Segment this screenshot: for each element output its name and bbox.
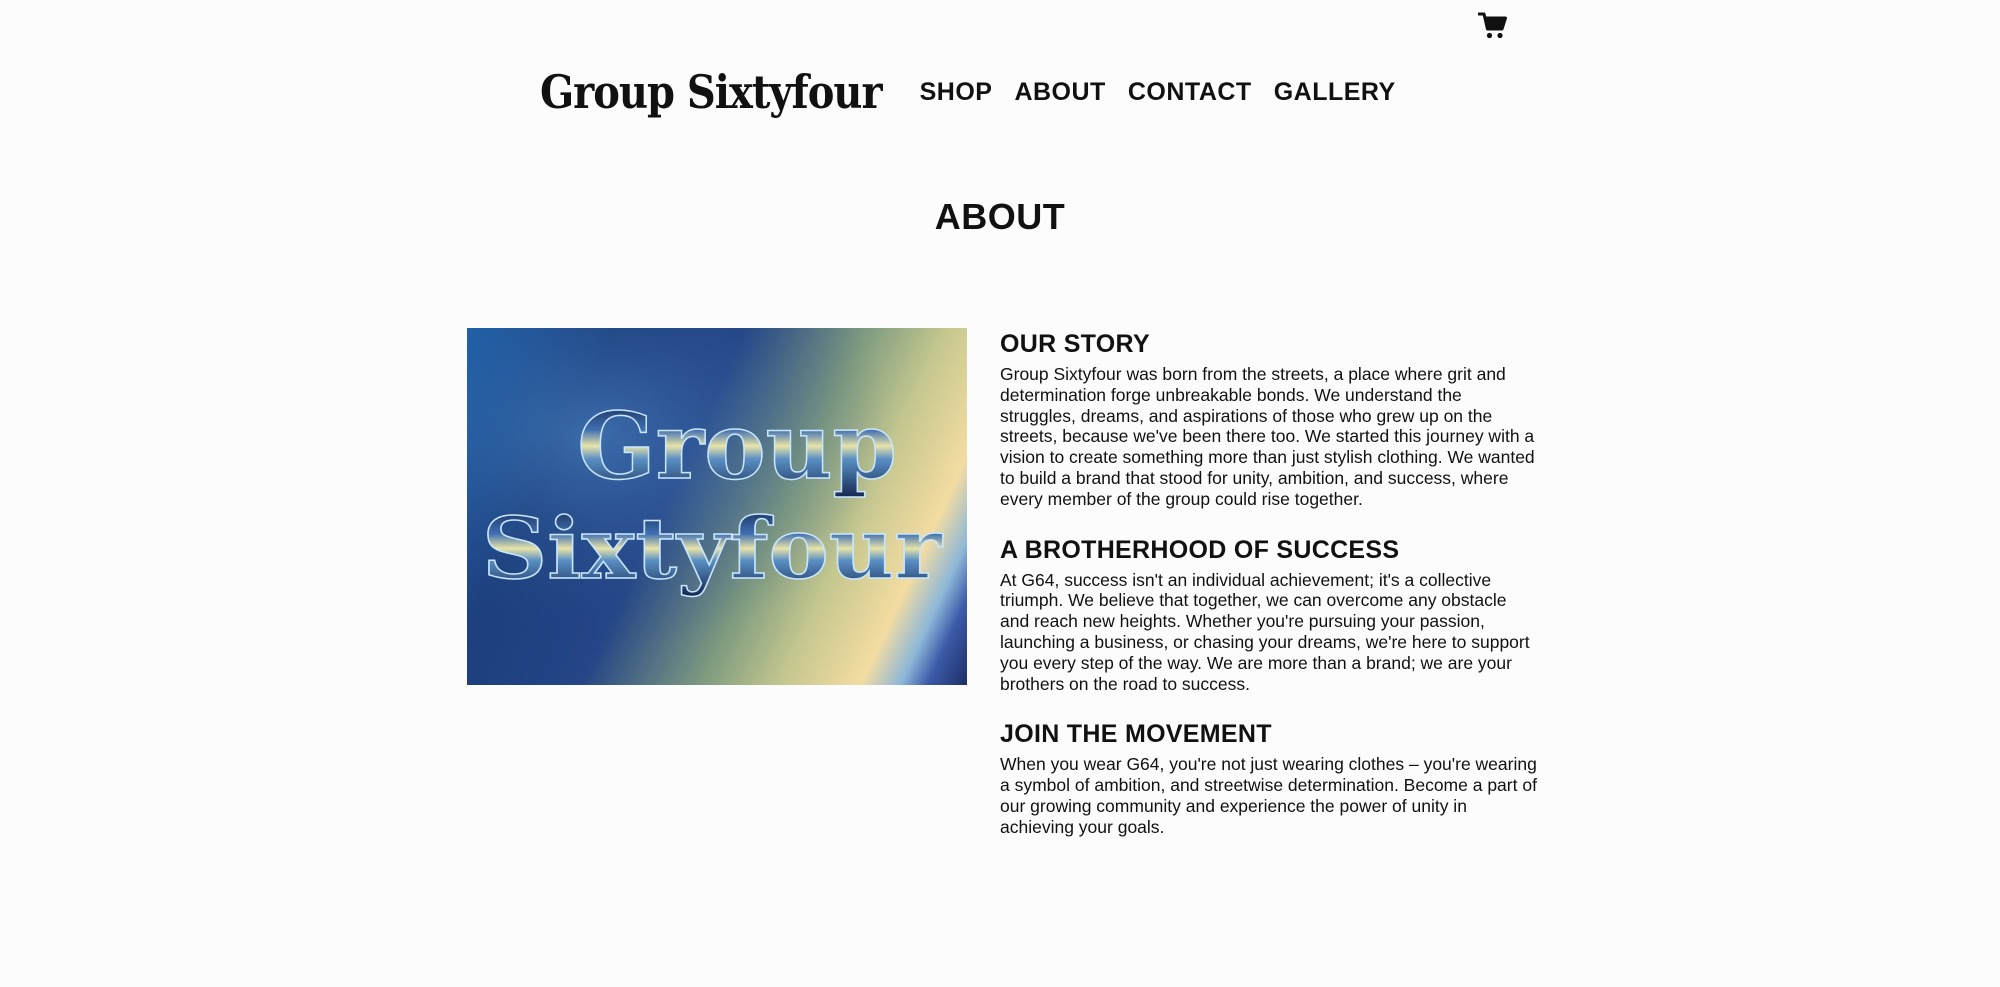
main-nav: SHOP ABOUT CONTACT GALLERY (920, 78, 1396, 107)
nav-gallery[interactable]: GALLERY (1274, 78, 1396, 107)
nav-about[interactable]: ABOUT (1014, 78, 1105, 107)
shopping-cart-icon[interactable] (1478, 12, 1508, 40)
section-heading: A BROTHERHOOD OF SUCCESS (1000, 535, 1400, 564)
site-header: Group Sixtyfour SHOP ABOUT CONTACT GALLE… (540, 62, 1396, 122)
nav-contact[interactable]: CONTACT (1128, 78, 1252, 107)
section-brotherhood: A BROTHERHOOD OF SUCCESS At G64, success… (1000, 534, 1540, 695)
site-logo[interactable]: Group Sixtyfour (540, 65, 883, 119)
hero-logo-image: Group Sixtyfour (467, 328, 967, 685)
section-body: When you wear G64, you're not just weari… (1000, 754, 1537, 837)
about-page: Group Sixtyfour SHOP ABOUT CONTACT GALLE… (0, 0, 2000, 987)
section-heading: OUR STORY (1000, 330, 1150, 358)
section-our-story: OUR STORY Group Sixtyfour was born from … (1000, 328, 1540, 510)
page-title: ABOUT (934, 196, 1066, 237)
section-body: At G64, success isn't an individual achi… (1000, 569, 1530, 694)
section-body: Group Sixtyfour was born from the street… (1000, 364, 1535, 509)
about-content: OUR STORY Group Sixtyfour was born from … (1000, 328, 1540, 862)
nav-shop[interactable]: SHOP (920, 78, 993, 107)
section-heading: JOIN THE MOVEMENT (1000, 720, 1272, 749)
section-join-movement: JOIN THE MOVEMENT When you wear G64, you… (1000, 718, 1540, 837)
hero-text-line2: Sixtyfour (482, 499, 944, 598)
hero-text-line1: Group (577, 392, 897, 500)
